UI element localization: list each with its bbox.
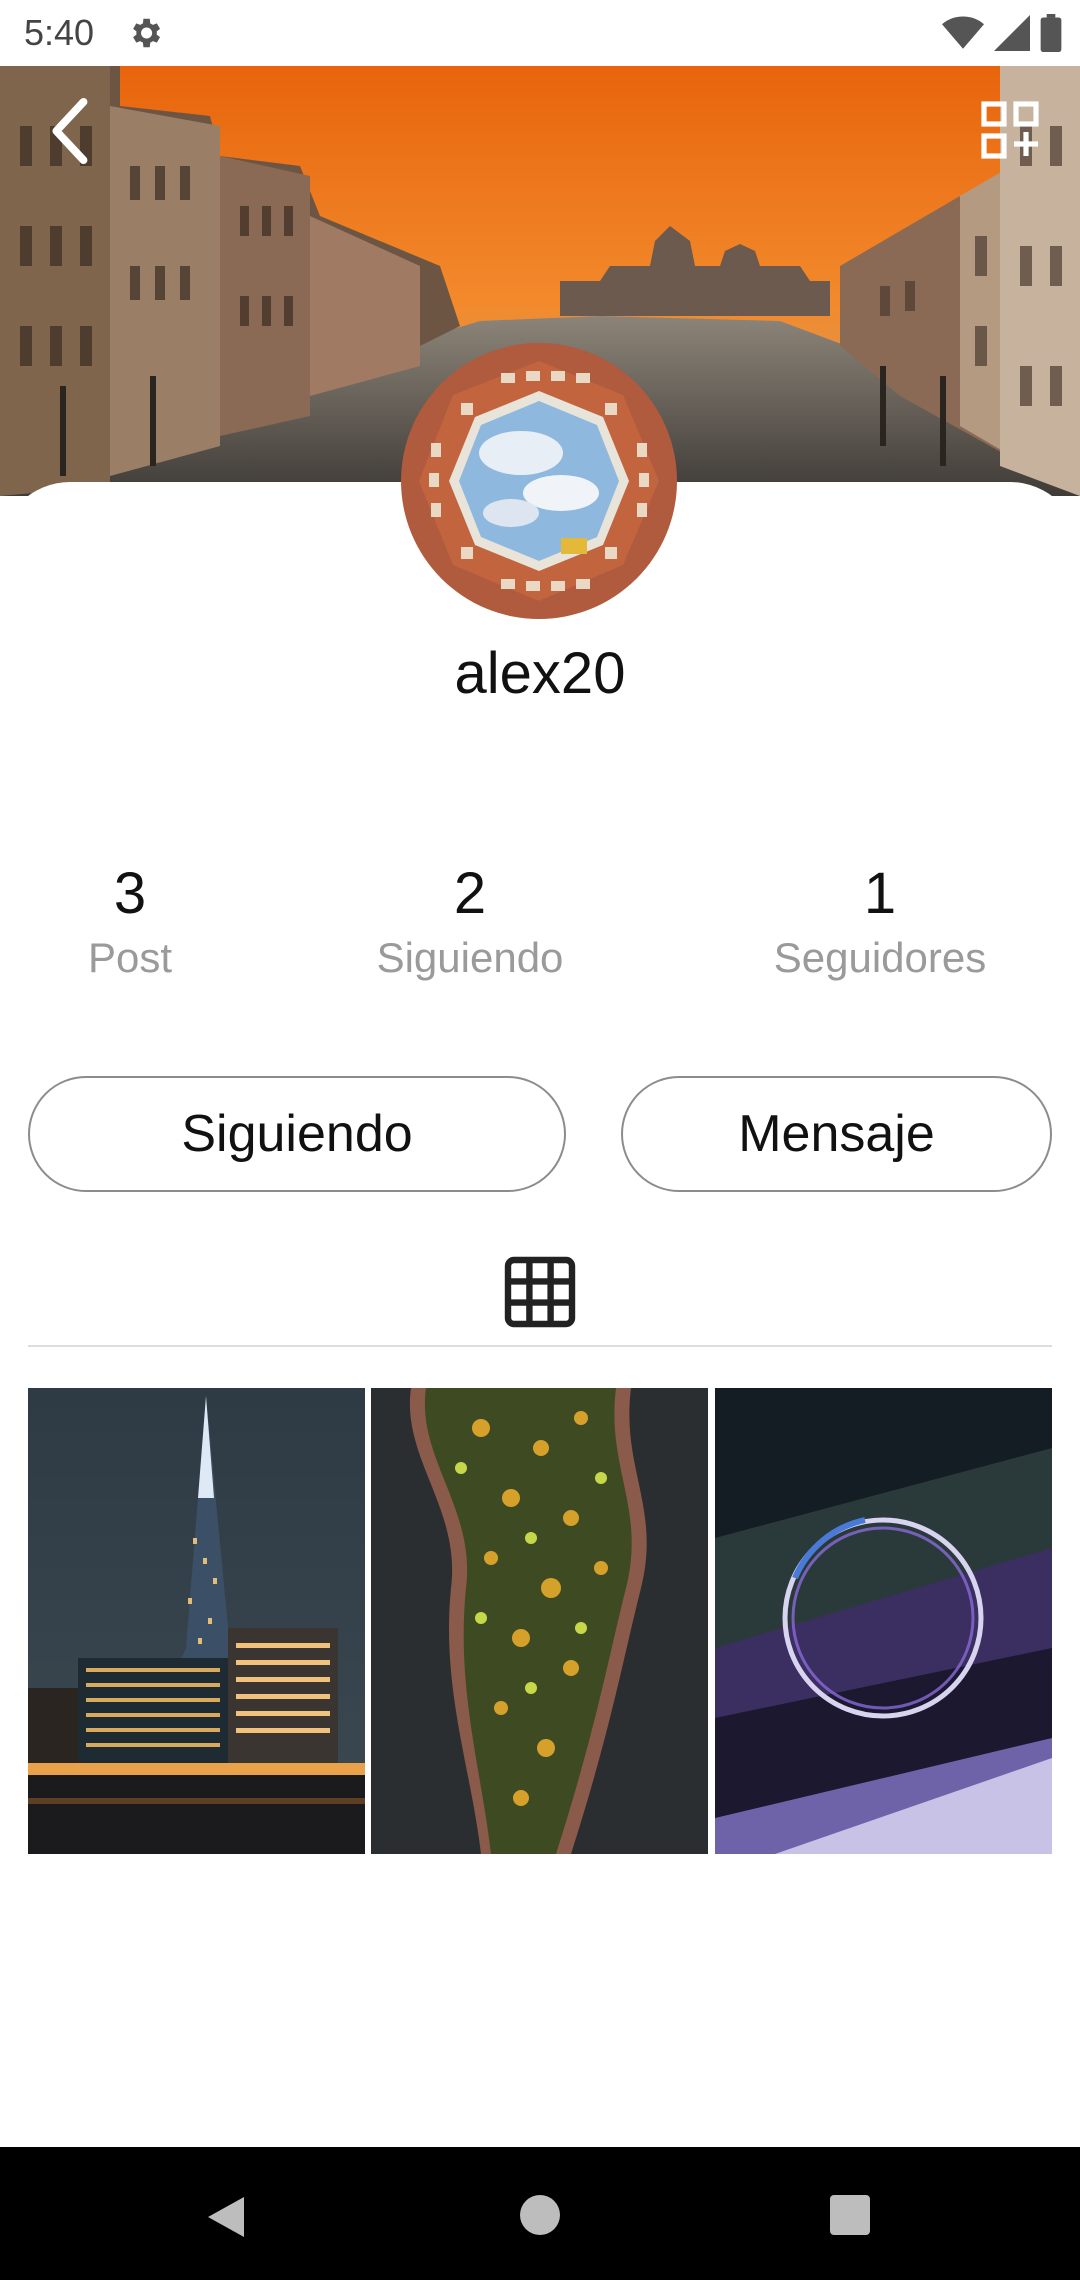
system-nav-bar [0,2147,1080,2280]
stat-posts-value: 3 [113,861,147,926]
grid-icon[interactable] [504,1256,576,1328]
recents-square-icon[interactable] [828,2193,872,2237]
signal-icon [994,15,1030,51]
posts-grid [28,1388,1052,1854]
stat-posts-label: Post [87,933,173,981]
tab-divider [28,1345,1052,1347]
stat-following-label: Siguiendo [376,933,564,981]
status-bar: 5:40 [0,0,1080,66]
home-circle-icon[interactable] [518,2193,562,2237]
stat-posts[interactable]: 3 Post [60,862,200,982]
username: alex20 [454,641,626,706]
post-thumbnail-night-skyscraper[interactable] [28,1388,365,1854]
post-thumbnail-aerial-forest[interactable] [371,1388,709,1854]
stat-following[interactable]: 2 Siguiendo [350,862,590,982]
wifi-icon [942,16,984,49]
message-button[interactable]: Mensaje [621,1076,1052,1192]
settings-gear-icon [133,18,161,48]
post-thumbnail-abstract-ring[interactable] [714,1388,1052,1854]
qr-add-icon[interactable] [980,100,1040,160]
status-time: 5:40 [24,12,95,53]
battery-icon [1040,14,1062,52]
stat-followers[interactable]: 1 Seguidores [740,862,1020,982]
avatar[interactable] [401,343,677,619]
back-button[interactable] [40,96,96,166]
stat-followers-value: 1 [863,861,897,926]
stat-following-value: 2 [453,861,487,926]
stat-followers-label: Seguidores [773,933,987,981]
status-indicators [942,14,1062,52]
back-triangle-icon[interactable] [204,2193,248,2241]
following-button[interactable]: Siguiendo [28,1076,566,1192]
